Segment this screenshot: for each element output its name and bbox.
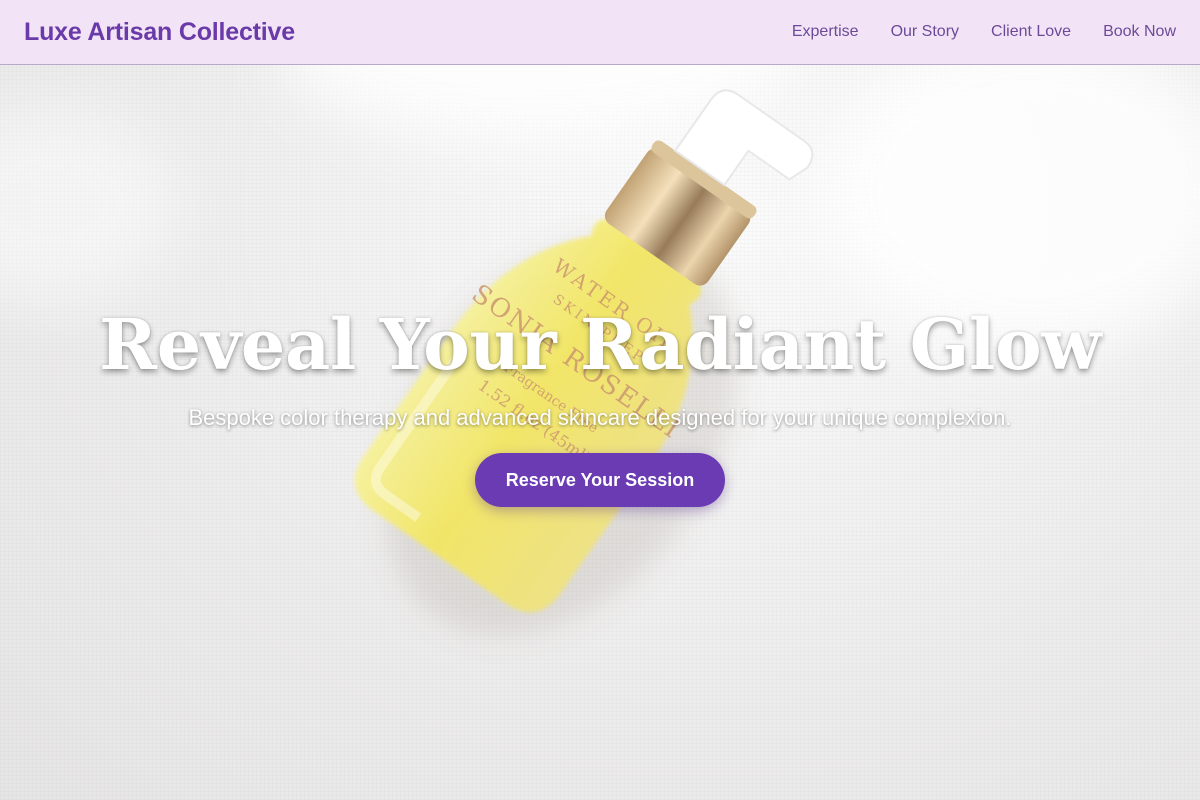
- reserve-session-button[interactable]: Reserve Your Session: [475, 453, 725, 507]
- hero-section: WATER OIL SKIN PREP SONIA ROSELLI Fragra…: [0, 65, 1200, 800]
- brand-logo[interactable]: Luxe Artisan Collective: [24, 18, 295, 47]
- main-nav: Expertise Our Story Client Love Book Now: [792, 23, 1176, 41]
- hero-subheadline: Bespoke color therapy and advanced skinc…: [188, 405, 1012, 430]
- site-header: Luxe Artisan Collective Expertise Our St…: [0, 0, 1200, 65]
- nav-link-expertise[interactable]: Expertise: [792, 23, 859, 41]
- hero-content: Reveal Your Radiant Glow Bespoke color t…: [0, 65, 1200, 800]
- nav-link-our-story[interactable]: Our Story: [891, 23, 959, 41]
- nav-link-book-now[interactable]: Book Now: [1103, 23, 1176, 41]
- hero-headline: Reveal Your Radiant Glow: [99, 303, 1101, 386]
- nav-link-client-love[interactable]: Client Love: [991, 23, 1071, 41]
